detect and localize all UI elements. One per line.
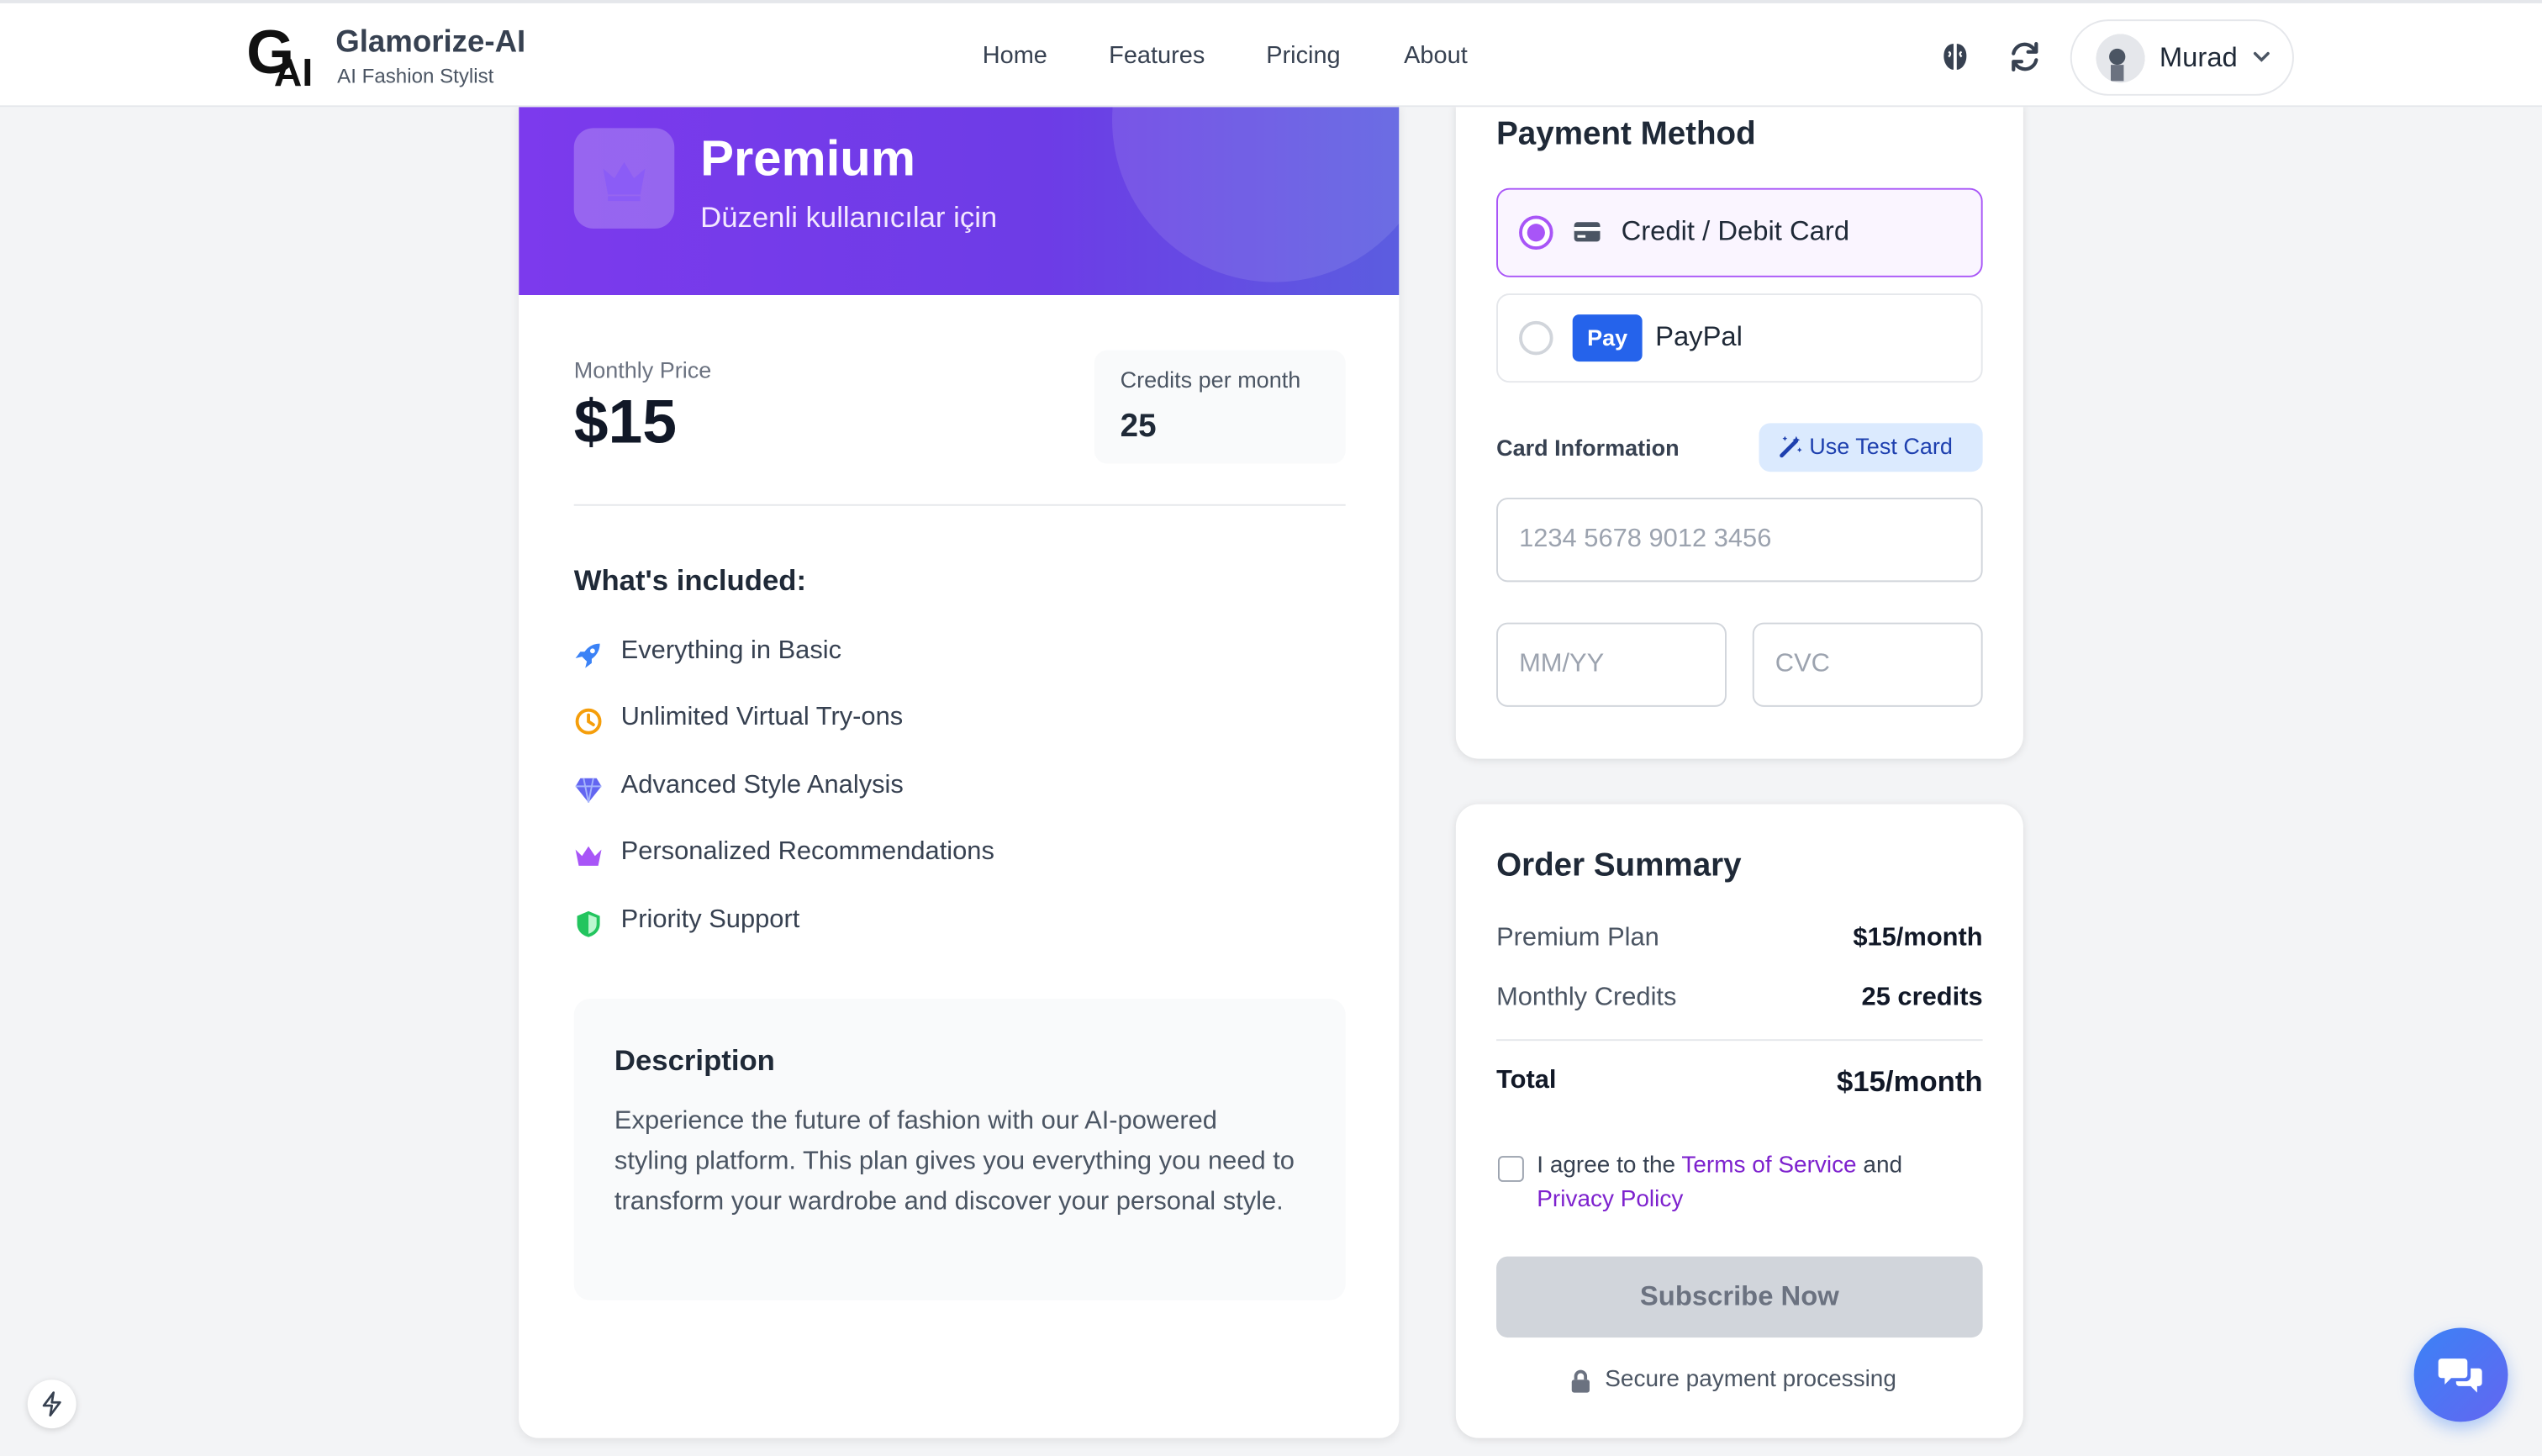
summary-title: Order Summary [1496,847,1742,884]
quick-action-button[interactable] [27,1380,76,1429]
payment-option-label: Credit / Debit Card [1621,215,1850,247]
card-number-input[interactable] [1496,498,1983,583]
included-title: What's included: [573,564,807,597]
feature-label: Unlimited Virtual Try-ons [620,703,904,731]
card-info-label: Card Information [1496,434,1680,461]
secure-text: Secure payment processing [1605,1366,1896,1393]
cvc-input[interactable] [1752,622,1983,707]
payment-option-card[interactable]: Credit / Debit Card [1496,187,1983,277]
description-box: Description Experience the future of fas… [573,998,1346,1300]
terms-link[interactable]: Terms of Service [1681,1153,1856,1179]
top-navbar: G AI Glamorize-AI AI Fashion Stylist Hom… [0,0,2542,108]
subscribe-button[interactable]: Subscribe Now [1496,1256,1983,1338]
chat-bubbles-icon [2438,1358,2482,1393]
feature-item: Personalized Recommendations [574,838,1320,873]
crown-icon [575,846,602,866]
summary-row-label: Premium Plan [1496,924,1659,952]
use-test-card-label: Use Test Card [1809,432,1953,459]
feature-item: Priority Support [574,906,1320,942]
chevron-down-icon [2253,51,2270,62]
brain-icon[interactable] [1938,39,1973,74]
description-text: Experience the future of fashion with ou… [614,1107,1295,1216]
nav-link-home[interactable]: Home [983,42,1047,70]
feature-label: Personalized Recommendations [620,838,994,866]
total-value: $15/month [1837,1065,1983,1098]
svg-text:AI: AI [274,50,313,89]
avatar [2096,34,2145,83]
agree-checkbox[interactable] [1497,1156,1524,1182]
feature-label: Priority Support [620,906,800,934]
brand-logo[interactable]: G AI [246,18,314,89]
brand-name[interactable]: Glamorize-AI [335,26,525,61]
plan-icon-box [573,128,675,229]
payment-option-paypal[interactable]: Pay PayPal [1496,293,1983,383]
agree-mid: and [1863,1153,1903,1179]
total-label: Total [1496,1066,1557,1095]
feature-label: Advanced Style Analysis [620,771,904,799]
lightning-icon [42,1391,61,1416]
feature-item: Unlimited Virtual Try-ons [574,704,1320,739]
plan-tagline: Düzenli kullanıcılar için [700,201,998,234]
rocket-icon [575,643,600,668]
user-name: Murad [2159,42,2238,73]
app-root: G AI Glamorize-AI AI Fashion Stylist Hom… [0,0,2542,1456]
credit-card-icon [1574,222,1601,242]
credits-box: Credits per month 25 [1094,350,1346,464]
magic-wand-icon [1780,435,1802,458]
chat-button[interactable] [2413,1327,2508,1422]
divider [573,504,1346,506]
plan-header: Premium Düzenli kullanıcılar için [519,103,1400,295]
payment-method-card: Payment Method Credit / Debit Card Pay P… [1455,103,2023,759]
lock-icon [1571,1369,1590,1393]
payment-title: Payment Method [1496,116,1756,153]
summary-row-label: Monthly Credits [1496,984,1677,1012]
agree-prefix: I agree to the [1537,1153,1676,1179]
radio-card[interactable] [1519,215,1553,250]
crown-icon [603,161,646,202]
brand-subtitle: AI Fashion Stylist [337,65,494,88]
decorative-bubble [1111,103,1400,282]
nav-link-pricing[interactable]: Pricing [1266,42,1340,70]
price-label: Monthly Price [573,356,712,383]
shield-icon [577,910,600,937]
refresh-icon[interactable] [2007,39,2043,74]
agree-text: I agree to the Terms of Service and Priv… [1537,1149,1958,1217]
credits-label: Credits per month [1120,366,1301,393]
plan-card: Premium Düzenli kullanıcılar için Monthl… [519,103,1400,1438]
paypal-badge: Pay [1572,314,1643,362]
use-test-card-button[interactable]: Use Test Card [1759,423,1983,472]
summary-row-value: $15/month [1853,924,1983,952]
clock-icon [575,708,602,735]
expiry-input[interactable] [1496,622,1727,707]
gem-icon [575,778,602,803]
feature-label: Everything in Basic [620,636,842,665]
price-value: $15 [573,388,677,457]
divider [1496,1039,1983,1042]
payment-option-label: PayPal [1655,320,1743,352]
order-summary-card: Order Summary Premium Plan $15/month Mon… [1455,804,2023,1438]
user-menu-button[interactable]: Murad [2070,19,2294,96]
summary-row-value: 25 credits [1861,984,1983,1012]
nav-link-features[interactable]: Features [1109,42,1205,70]
feature-item: Everything in Basic [574,637,1320,673]
feature-item: Advanced Style Analysis [574,772,1320,807]
nav-link-about[interactable]: About [1404,42,1468,70]
privacy-link[interactable]: Privacy Policy [1537,1187,1683,1213]
radio-paypal[interactable] [1519,320,1553,356]
plan-name: Premium [700,129,916,187]
credits-value: 25 [1120,408,1157,445]
description-title: Description [614,1043,775,1077]
